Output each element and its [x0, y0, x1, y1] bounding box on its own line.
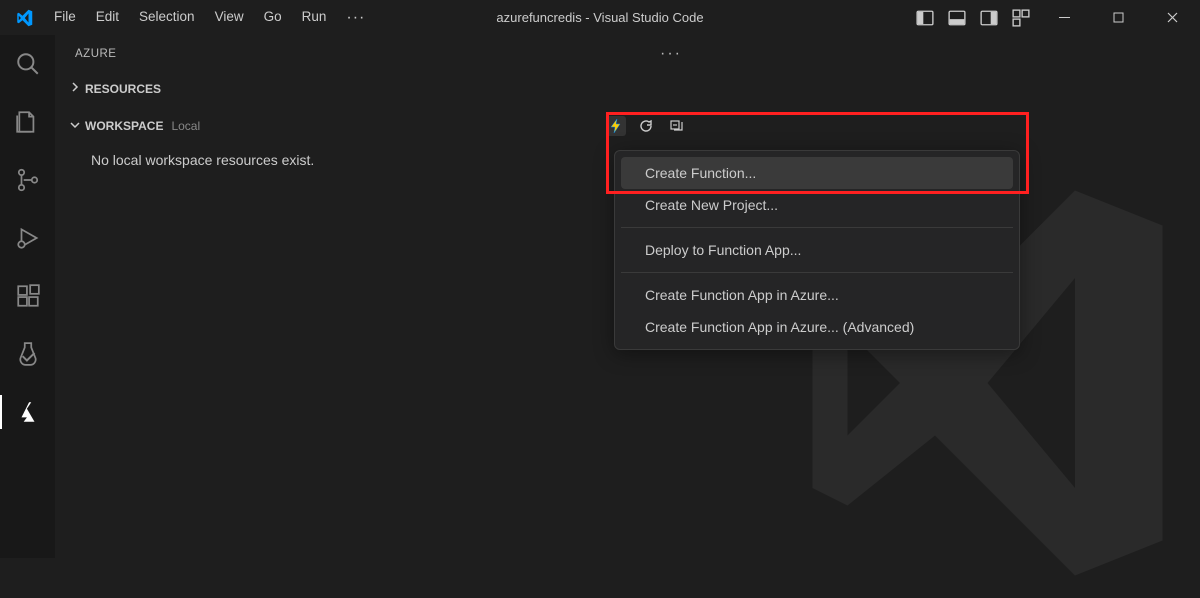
- extensions-icon[interactable]: [13, 281, 43, 311]
- context-create-function-app-azure-advanced[interactable]: Create Function App in Azure... (Advance…: [621, 311, 1013, 343]
- menubar: File Edit Selection View Go Run ···: [44, 3, 375, 33]
- azure-functions-icon[interactable]: [606, 116, 626, 136]
- collapse-all-icon[interactable]: [666, 116, 686, 136]
- maximize-button[interactable]: [1098, 3, 1138, 33]
- resources-label: RESOURCES: [85, 82, 161, 96]
- workspace-section: WORKSPACE Local No local workspace resou…: [55, 106, 698, 186]
- testing-icon[interactable]: [13, 339, 43, 369]
- menu-selection[interactable]: Selection: [129, 3, 205, 33]
- toggle-primary-sidebar-icon[interactable]: [916, 9, 934, 27]
- context-create-new-project[interactable]: Create New Project...: [621, 189, 1013, 221]
- menu-file[interactable]: File: [44, 3, 86, 33]
- azure-icon[interactable]: [13, 397, 43, 427]
- sidebar-title: AZURE: [75, 48, 116, 60]
- menu-run[interactable]: Run: [292, 3, 337, 33]
- refresh-icon[interactable]: [636, 116, 656, 136]
- sidebar-panel: AZURE ··· RESOURCES WORKSPACE Local: [55, 35, 698, 558]
- context-deploy-function-app[interactable]: Deploy to Function App...: [621, 234, 1013, 266]
- resources-section: RESOURCES: [55, 71, 698, 106]
- chevron-down-icon: [69, 119, 83, 134]
- workspace-empty-message: No local workspace resources exist.: [55, 140, 698, 180]
- run-debug-icon[interactable]: [13, 223, 43, 253]
- vscode-logo-icon: [14, 8, 34, 28]
- menu-overflow-icon[interactable]: ···: [336, 3, 375, 33]
- context-separator: [621, 227, 1013, 228]
- explorer-icon[interactable]: [13, 107, 43, 137]
- window-controls: [916, 3, 1192, 33]
- context-create-function-app-azure[interactable]: Create Function App in Azure...: [621, 279, 1013, 311]
- main-layout: AZURE ··· RESOURCES WORKSPACE Local: [0, 35, 1200, 558]
- workspace-suffix: Local: [171, 119, 200, 133]
- chevron-right-icon: [69, 81, 83, 96]
- sidebar-more-icon[interactable]: ···: [660, 45, 682, 63]
- search-icon[interactable]: [13, 49, 43, 79]
- context-menu: Create Function... Create New Project...…: [614, 150, 1020, 350]
- titlebar: File Edit Selection View Go Run ··· azur…: [0, 0, 1200, 35]
- window-title: azurefuncredis - Visual Studio Code: [496, 10, 703, 25]
- source-control-icon[interactable]: [13, 165, 43, 195]
- sidebar-header: AZURE ···: [55, 35, 698, 71]
- minimize-button[interactable]: [1044, 3, 1084, 33]
- customize-layout-icon[interactable]: [1012, 9, 1030, 27]
- context-create-function[interactable]: Create Function...: [621, 157, 1013, 189]
- resources-header[interactable]: RESOURCES: [55, 77, 698, 100]
- menu-go[interactable]: Go: [254, 3, 292, 33]
- context-separator: [621, 272, 1013, 273]
- menu-edit[interactable]: Edit: [86, 3, 129, 33]
- activity-bar: [0, 35, 55, 558]
- workspace-header[interactable]: WORKSPACE Local: [55, 112, 698, 140]
- toggle-panel-icon[interactable]: [948, 9, 966, 27]
- workspace-actions: [606, 116, 686, 136]
- workspace-label: WORKSPACE: [85, 119, 163, 133]
- close-button[interactable]: [1152, 3, 1192, 33]
- menu-view[interactable]: View: [205, 3, 254, 33]
- toggle-secondary-sidebar-icon[interactable]: [980, 9, 998, 27]
